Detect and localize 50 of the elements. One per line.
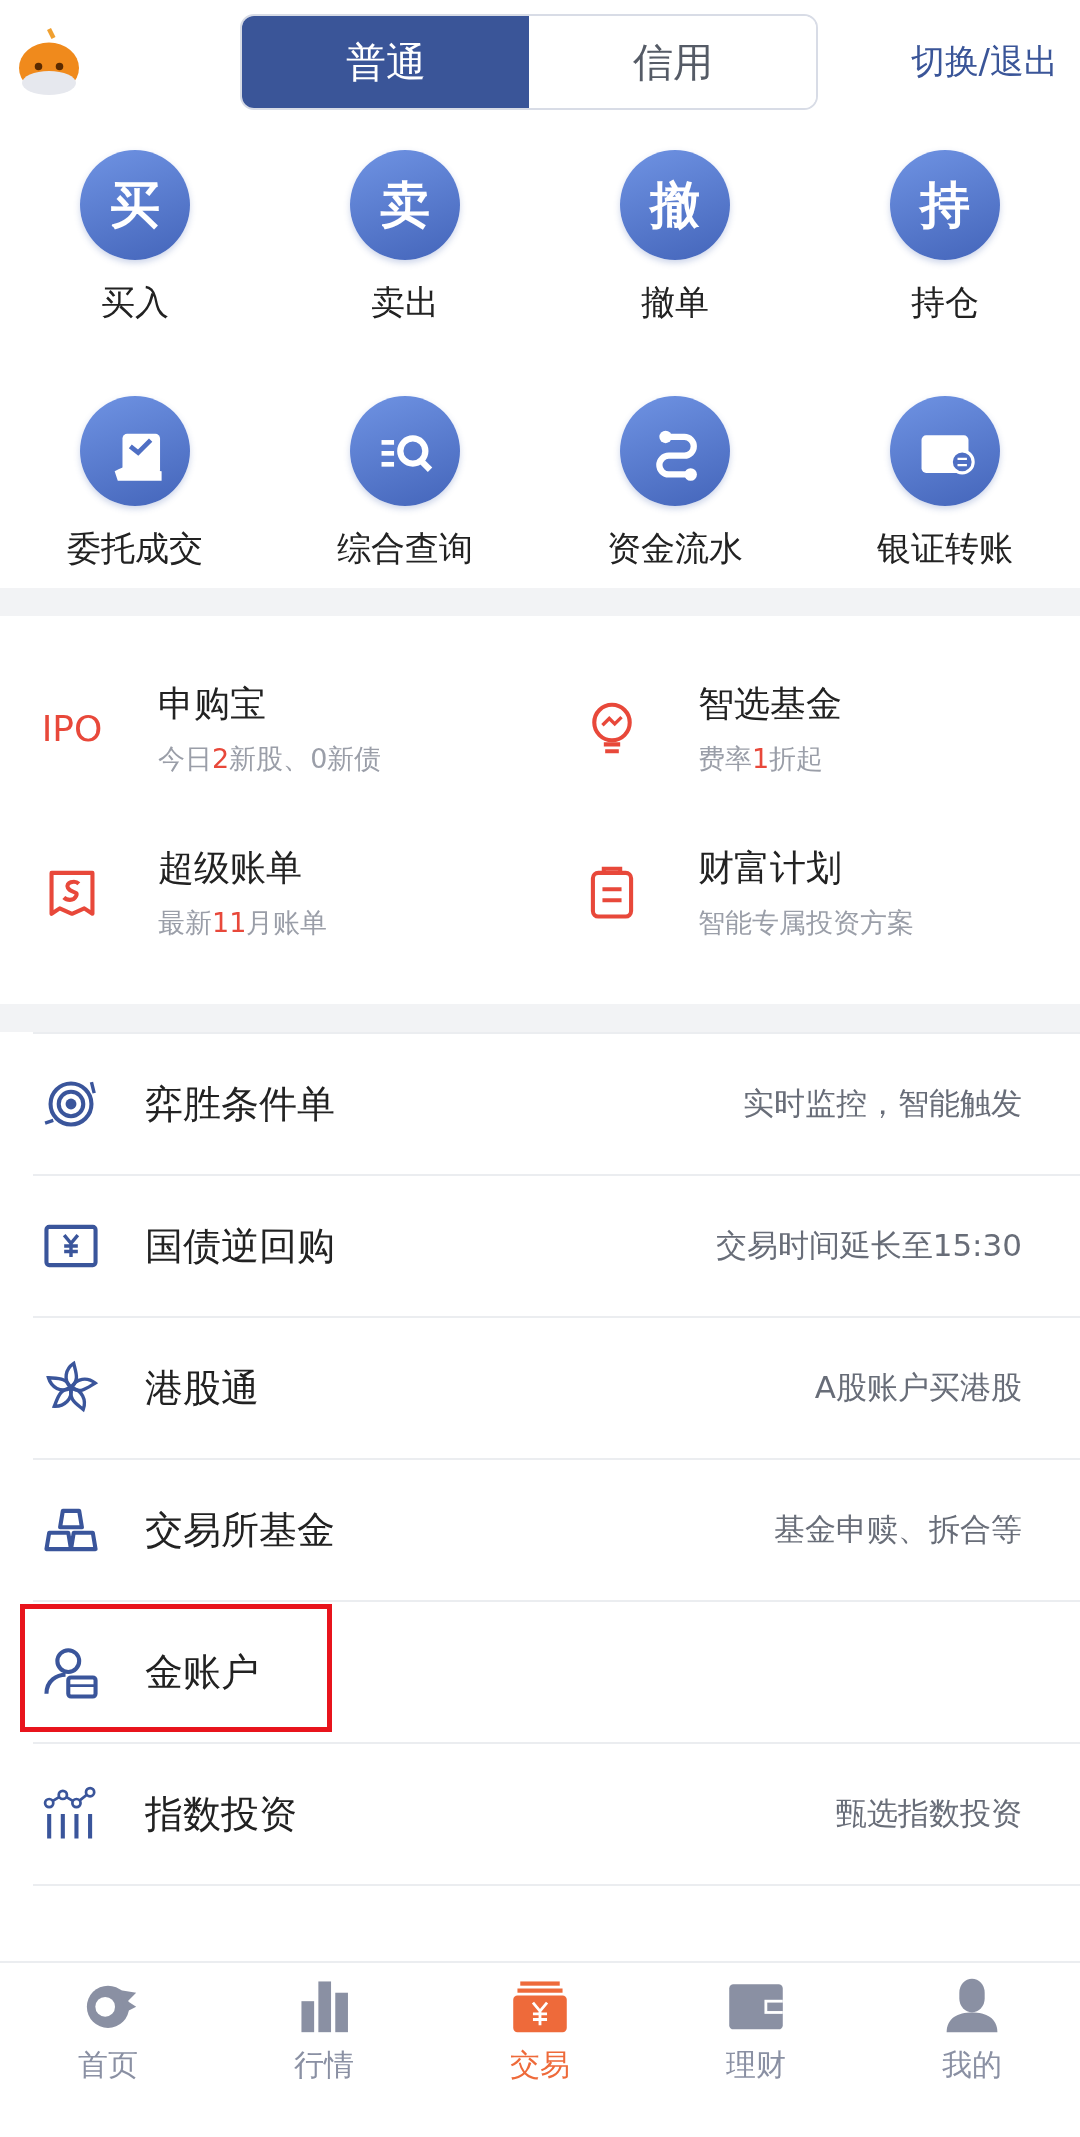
service-title[interactable]: 金账户 (145, 1646, 259, 1698)
service-title[interactable]: 弈胜条件单 (145, 1078, 335, 1130)
feature-subtitle: 最新11月账单 (158, 905, 328, 940)
ipo-label: IPO (41, 707, 103, 749)
service-title[interactable]: 指数投资 (145, 1788, 297, 1840)
feature-title[interactable]: 申购宝 (158, 679, 382, 729)
switch-logout-link[interactable]: 切换/退出 (910, 39, 1058, 85)
action-label: 银证转账 (877, 527, 1013, 570)
action-label: 撤单 (641, 281, 709, 324)
flower-icon (46, 1361, 97, 1412)
feature-subtitle: 今日 2新股、0新债 (158, 741, 382, 776)
service-title[interactable]: 交易所基金 (145, 1504, 335, 1556)
service-description: 交易时间延长至15:30 (715, 1226, 1022, 1265)
service-title[interactable]: 国债逆回购 (145, 1220, 335, 1272)
action-label: 买入 (101, 281, 169, 324)
target-icon (43, 1080, 96, 1127)
planet-icon (86, 1985, 137, 2028)
service-description: 甄选指数投资 (836, 1794, 1022, 1833)
feature-title[interactable]: 超级账单 (158, 843, 328, 893)
mascot-icon[interactable] (16, 26, 82, 98)
action-label: 资金流水 (607, 527, 743, 570)
ingots-icon (44, 1508, 98, 1552)
feature-subtitle: 费率1折起 (698, 741, 825, 776)
yen-wallet-icon (513, 1981, 567, 2033)
action-button[interactable] (890, 396, 1000, 506)
chart-dots-icon (43, 1786, 96, 1841)
action-button[interactable] (80, 396, 190, 506)
service-description: 基金申赎、拆合等 (774, 1510, 1022, 1549)
action-button[interactable] (350, 396, 460, 506)
feature-title[interactable]: 财富计划 (698, 843, 914, 893)
action-button[interactable]: 撤 (620, 150, 730, 260)
yen-screen-icon (44, 1224, 98, 1268)
segment-tab[interactable]: 普通 (242, 16, 529, 108)
action-label: 委托成交 (67, 527, 203, 570)
action-button[interactable]: 卖 (350, 150, 460, 260)
action-button[interactable]: 买 (80, 150, 190, 260)
service-title[interactable]: 港股通 (145, 1362, 259, 1414)
service-description: 实时监控，智能触发 (743, 1084, 1022, 1123)
bar-chart-icon (301, 1981, 348, 2033)
service-description: A股账户买港股 (814, 1368, 1022, 1407)
action-button[interactable]: 持 (890, 150, 1000, 260)
person-card-icon (44, 1648, 98, 1699)
action-button[interactable] (620, 396, 730, 506)
action-label: 持仓 (911, 281, 979, 324)
action-label: 卖出 (371, 281, 439, 324)
action-label: 综合查询 (337, 527, 473, 570)
feature-subtitle: 智能专属投资方案 (698, 905, 914, 940)
wallet-icon (729, 1984, 783, 2030)
feature-title[interactable]: 智选基金 (698, 679, 842, 729)
person-icon (946, 1978, 998, 2033)
